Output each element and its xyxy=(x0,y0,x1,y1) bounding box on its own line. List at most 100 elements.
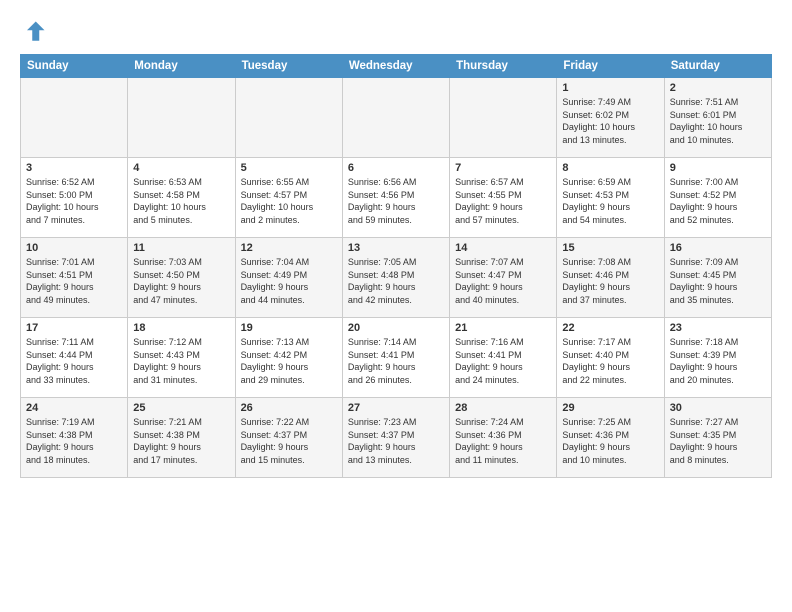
day-cell: 8Sunrise: 6:59 AM Sunset: 4:53 PM Daylig… xyxy=(557,158,664,238)
day-info: Sunrise: 7:04 AM Sunset: 4:49 PM Dayligh… xyxy=(241,256,337,306)
week-row-1: 3 Sunrise: 6:52 AM Sunset: 5:00 PM Daylig… xyxy=(21,158,772,238)
day-cell: 1 Sunrise: 7:49 AM Sunset: 6:02 PM Daylig… xyxy=(557,78,664,158)
day-cell: 29Sunrise: 7:25 AM Sunset: 4:36 PM Dayli… xyxy=(557,398,664,478)
day-number: 28 xyxy=(455,402,551,414)
col-header-sunday: Sunday xyxy=(21,55,128,78)
col-header-friday: Friday xyxy=(557,55,664,78)
col-header-tuesday: Tuesday xyxy=(235,55,342,78)
day-number: 11 xyxy=(133,242,229,254)
day-number: 15 xyxy=(562,242,658,254)
day-number: 6 xyxy=(348,162,444,174)
day-cell: 24 Sunrise: 7:19 AM Sunset: 4:38 PM Dayli… xyxy=(21,398,128,478)
day-number: 21 xyxy=(455,322,551,334)
day-number: 2 xyxy=(670,82,766,94)
day-cell: 5 Sunrise: 6:55 AM Sunset: 4:57 PM Daylig… xyxy=(235,158,342,238)
day-cell: 9Sunrise: 7:00 AM Sunset: 4:52 PM Daylig… xyxy=(664,158,771,238)
day-number: 3 xyxy=(26,162,122,174)
day-number: 19 xyxy=(241,322,337,334)
logo-icon xyxy=(20,18,48,46)
day-cell xyxy=(342,78,449,158)
day-info: Sunrise: 7:07 AM Sunset: 4:47 PM Dayligh… xyxy=(455,256,551,306)
day-number: 17 xyxy=(26,322,122,334)
day-info: Sunrise: 7:05 AM Sunset: 4:48 PM Dayligh… xyxy=(348,256,444,306)
day-info: Sunrise: 7:01 AM Sunset: 4:51 PM Dayligh… xyxy=(26,256,122,306)
day-cell: 14 Sunrise: 7:07 AM Sunset: 4:47 PM Dayli… xyxy=(450,238,557,318)
day-info: Sunrise: 7:13 AM Sunset: 4:42 PM Dayligh… xyxy=(241,336,337,386)
day-info: Sunrise: 7:21 AM Sunset: 4:38 PM Dayligh… xyxy=(133,416,229,466)
week-row-4: 24 Sunrise: 7:19 AM Sunset: 4:38 PM Dayli… xyxy=(21,398,772,478)
day-cell: 22 Sunrise: 7:17 AM Sunset: 4:40 PM Dayli… xyxy=(557,318,664,398)
day-info: Sunrise: 7:09 AM Sunset: 4:45 PM Dayligh… xyxy=(670,256,766,306)
day-number: 23 xyxy=(670,322,766,334)
day-cell xyxy=(21,78,128,158)
day-info: Sunrise: 7:27 AM Sunset: 4:35 PM Dayligh… xyxy=(670,416,766,466)
day-cell: 17 Sunrise: 7:11 AM Sunset: 4:44 PM Dayli… xyxy=(21,318,128,398)
day-info: Sunrise: 6:52 AM Sunset: 5:00 PM Dayligh… xyxy=(26,176,122,226)
day-info: Sunrise: 6:56 AM Sunset: 4:56 PM Dayligh… xyxy=(348,176,444,226)
day-number: 20 xyxy=(348,322,444,334)
col-header-monday: Monday xyxy=(128,55,235,78)
day-cell: 6 Sunrise: 6:56 AM Sunset: 4:56 PM Daylig… xyxy=(342,158,449,238)
day-number: 29 xyxy=(562,402,658,414)
day-cell: 13 Sunrise: 7:05 AM Sunset: 4:48 PM Dayli… xyxy=(342,238,449,318)
day-cell xyxy=(128,78,235,158)
day-cell: 3 Sunrise: 6:52 AM Sunset: 5:00 PM Daylig… xyxy=(21,158,128,238)
header-row: SundayMondayTuesdayWednesdayThursdayFrid… xyxy=(21,55,772,78)
day-info: Sunrise: 7:08 AM Sunset: 4:46 PM Dayligh… xyxy=(562,256,658,306)
day-cell: 4 Sunrise: 6:53 AM Sunset: 4:58 PM Daylig… xyxy=(128,158,235,238)
day-info: Sunrise: 6:57 AM Sunset: 4:55 PM Dayligh… xyxy=(455,176,551,226)
day-number: 5 xyxy=(241,162,337,174)
day-cell: 27 Sunrise: 7:23 AM Sunset: 4:37 PM Dayli… xyxy=(342,398,449,478)
col-header-wednesday: Wednesday xyxy=(342,55,449,78)
day-cell: 25 Sunrise: 7:21 AM Sunset: 4:38 PM Dayli… xyxy=(128,398,235,478)
day-cell: 30 Sunrise: 7:27 AM Sunset: 4:35 PM Dayli… xyxy=(664,398,771,478)
header xyxy=(20,18,772,46)
day-cell: 15 Sunrise: 7:08 AM Sunset: 4:46 PM Dayli… xyxy=(557,238,664,318)
day-cell xyxy=(235,78,342,158)
day-info: Sunrise: 7:19 AM Sunset: 4:38 PM Dayligh… xyxy=(26,416,122,466)
week-row-3: 17 Sunrise: 7:11 AM Sunset: 4:44 PM Dayli… xyxy=(21,318,772,398)
day-number: 13 xyxy=(348,242,444,254)
day-cell: 18Sunrise: 7:12 AM Sunset: 4:43 PM Dayli… xyxy=(128,318,235,398)
day-info: Sunrise: 6:55 AM Sunset: 4:57 PM Dayligh… xyxy=(241,176,337,226)
week-row-0: 1 Sunrise: 7:49 AM Sunset: 6:02 PM Daylig… xyxy=(21,78,772,158)
day-number: 22 xyxy=(562,322,658,334)
day-number: 4 xyxy=(133,162,229,174)
logo xyxy=(20,18,52,46)
day-number: 14 xyxy=(455,242,551,254)
day-cell: 21 Sunrise: 7:16 AM Sunset: 4:41 PM Dayli… xyxy=(450,318,557,398)
day-number: 16 xyxy=(670,242,766,254)
day-info: Sunrise: 7:00 AM Sunset: 4:52 PM Dayligh… xyxy=(670,176,766,226)
week-row-2: 10Sunrise: 7:01 AM Sunset: 4:51 PM Dayli… xyxy=(21,238,772,318)
day-cell: 26 Sunrise: 7:22 AM Sunset: 4:37 PM Dayli… xyxy=(235,398,342,478)
day-number: 25 xyxy=(133,402,229,414)
day-cell xyxy=(450,78,557,158)
day-number: 12 xyxy=(241,242,337,254)
day-number: 18 xyxy=(133,322,229,334)
day-info: Sunrise: 7:14 AM Sunset: 4:41 PM Dayligh… xyxy=(348,336,444,386)
day-info: Sunrise: 7:03 AM Sunset: 4:50 PM Dayligh… xyxy=(133,256,229,306)
day-cell: 19 Sunrise: 7:13 AM Sunset: 4:42 PM Dayli… xyxy=(235,318,342,398)
page: SundayMondayTuesdayWednesdayThursdayFrid… xyxy=(0,0,792,488)
day-cell: 7Sunrise: 6:57 AM Sunset: 4:55 PM Daylig… xyxy=(450,158,557,238)
day-number: 30 xyxy=(670,402,766,414)
day-number: 24 xyxy=(26,402,122,414)
day-info: Sunrise: 7:22 AM Sunset: 4:37 PM Dayligh… xyxy=(241,416,337,466)
day-info: Sunrise: 7:17 AM Sunset: 4:40 PM Dayligh… xyxy=(562,336,658,386)
day-info: Sunrise: 7:23 AM Sunset: 4:37 PM Dayligh… xyxy=(348,416,444,466)
day-info: Sunrise: 7:16 AM Sunset: 4:41 PM Dayligh… xyxy=(455,336,551,386)
day-cell: 28Sunrise: 7:24 AM Sunset: 4:36 PM Dayli… xyxy=(450,398,557,478)
day-cell: 16 Sunrise: 7:09 AM Sunset: 4:45 PM Dayli… xyxy=(664,238,771,318)
day-info: Sunrise: 6:53 AM Sunset: 4:58 PM Dayligh… xyxy=(133,176,229,226)
day-cell: 20 Sunrise: 7:14 AM Sunset: 4:41 PM Dayli… xyxy=(342,318,449,398)
day-info: Sunrise: 7:49 AM Sunset: 6:02 PM Dayligh… xyxy=(562,96,658,146)
day-cell: 2Sunrise: 7:51 AM Sunset: 6:01 PM Daylig… xyxy=(664,78,771,158)
day-number: 27 xyxy=(348,402,444,414)
day-number: 1 xyxy=(562,82,658,94)
day-cell: 10Sunrise: 7:01 AM Sunset: 4:51 PM Dayli… xyxy=(21,238,128,318)
day-number: 26 xyxy=(241,402,337,414)
day-cell: 11 Sunrise: 7:03 AM Sunset: 4:50 PM Dayli… xyxy=(128,238,235,318)
day-number: 8 xyxy=(562,162,658,174)
day-info: Sunrise: 7:11 AM Sunset: 4:44 PM Dayligh… xyxy=(26,336,122,386)
day-cell: 12 Sunrise: 7:04 AM Sunset: 4:49 PM Dayli… xyxy=(235,238,342,318)
